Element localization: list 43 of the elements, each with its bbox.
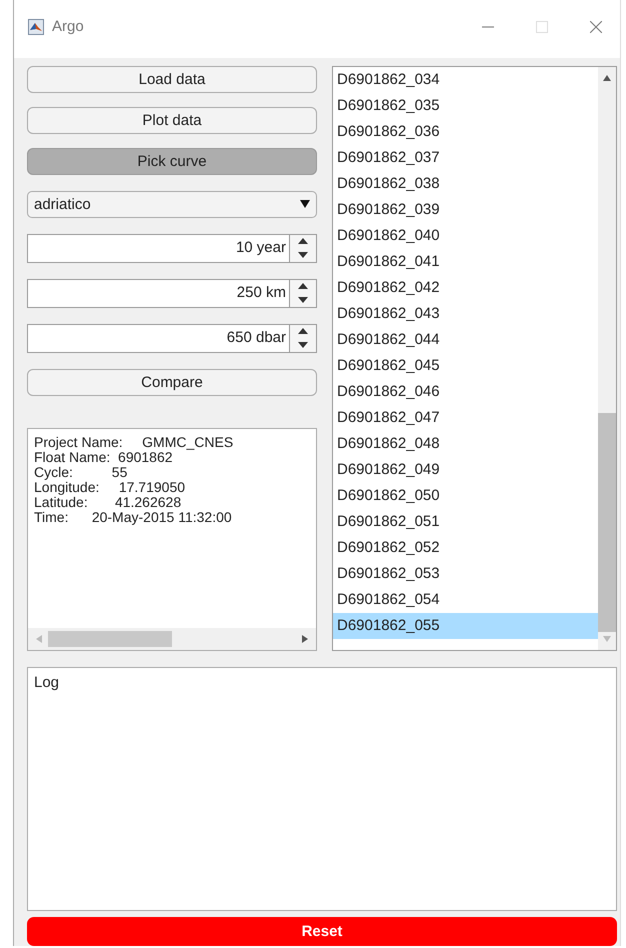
app-icon (28, 18, 44, 35)
caret-icon[interactable] (300, 200, 310, 208)
push-button[interactable]: Compare (27, 368, 317, 396)
file-list-item[interactable]: D6901862_044 (333, 326, 598, 353)
file-list-item[interactable]: D6901862_046 (333, 378, 598, 405)
info-line: Cycle: 55 (34, 464, 128, 480)
file-list-item[interactable]: D6901862_043 (333, 300, 598, 327)
info-line: Project Name: GMMC_CNES (34, 434, 234, 450)
file-list-item[interactable]: D6901862_035 (333, 92, 598, 119)
vertical-scrollbar[interactable] (598, 66, 616, 650)
file-list-item[interactable]: D6901862_049 (333, 456, 598, 483)
push-button[interactable]: Plot data (27, 106, 317, 134)
file-list-item[interactable]: D6901862_048 (333, 430, 598, 457)
file-list-item[interactable]: D6901862_038 (333, 170, 598, 197)
file-list-item[interactable]: D6901862_050 (333, 482, 598, 509)
close-icon[interactable] (590, 20, 602, 33)
info-line: Float Name: 6901862 (34, 450, 173, 465)
push-button[interactable]: Pick curve (27, 148, 317, 175)
file-list-item[interactable]: D6901862_055 (333, 612, 598, 639)
file-list-item[interactable]: D6901862_051 (333, 508, 598, 535)
window-title: Argo (52, 18, 84, 36)
file-list-item[interactable]: D6901862_047 (333, 404, 598, 431)
reset-button[interactable]: Reset (27, 917, 617, 946)
file-list-item[interactable]: D6901862_053 (333, 560, 598, 587)
file-list-item[interactable]: D6901862_037 (333, 144, 598, 171)
dropdown[interactable]: adriatico (27, 190, 317, 218)
push-button[interactable]: Load data (27, 66, 317, 93)
file-list-item[interactable]: D6901862_052 (333, 534, 598, 561)
horizontal-scrollbar[interactable] (28, 628, 316, 650)
file-list-item[interactable]: D6901862_034 (333, 66, 598, 93)
file-list-item[interactable]: D6901862_039 (333, 196, 598, 223)
info-line: Time: 20-May-2015 11:32:00 (34, 510, 233, 525)
info-line: Latitude: 41.262628 (34, 494, 182, 510)
file-list-item[interactable]: D6901862_054 (333, 586, 598, 613)
info-line: Longitude: 17.719050 (34, 480, 186, 495)
scroll-right-icon[interactable] (302, 634, 308, 643)
log-text: Log (34, 674, 60, 691)
file-list-item[interactable]: D6901862_040 (333, 222, 598, 249)
file-list-item[interactable]: D6901862_045 (333, 352, 598, 379)
file-list-item[interactable]: D6901862_036 (333, 118, 598, 145)
scroll-up-icon[interactable] (603, 74, 611, 81)
file-list-item[interactable]: D6901862_041 (333, 248, 598, 275)
file-list-item[interactable]: D6901862_042 (333, 274, 598, 301)
